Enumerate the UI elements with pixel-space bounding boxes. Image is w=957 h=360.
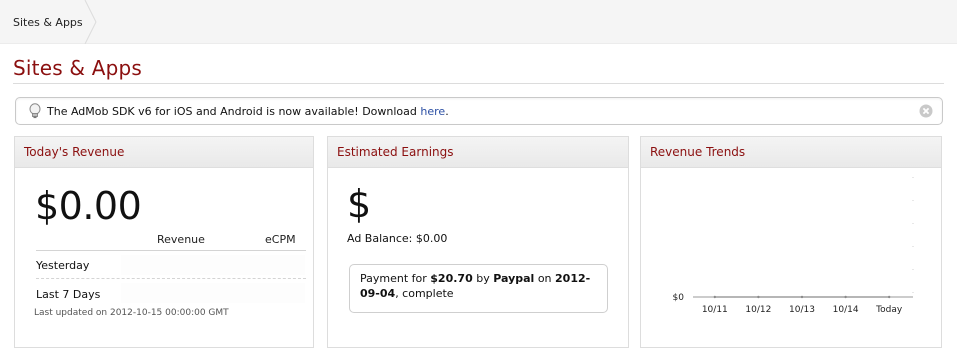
estimated-earnings-title: Estimated Earnings: [328, 137, 628, 168]
row-label-yesterday: Yesterday: [36, 259, 90, 272]
chart-x-tick-label: 10/12: [745, 305, 771, 315]
chart-data-point: [800, 295, 804, 299]
chart-x-tick-label: 10/11: [702, 305, 728, 315]
ecpm-column-header: eCPM: [265, 233, 296, 246]
payment-prefix: Payment for: [360, 272, 431, 285]
revenue-trends-title: Revenue Trends: [641, 137, 941, 168]
download-link[interactable]: here: [420, 105, 445, 118]
chart-data-point: [713, 295, 716, 299]
page-title: Sites & Apps: [13, 56, 143, 80]
chart-plot-area: [649, 171, 911, 297]
revenue-column-header: Revenue: [157, 233, 205, 246]
payment-method: Paypal: [493, 272, 535, 285]
payment-on-text: on: [534, 272, 556, 285]
payment-by-text: by: [472, 272, 494, 285]
ad-balance: Ad Balance: $0.00: [347, 232, 448, 245]
notice-text: The AdMob SDK v6 for iOS and Android is …: [47, 105, 421, 118]
todays-revenue-amount: $0.00: [35, 184, 142, 228]
revenue-trend-chart: $0 10/11 10/12 10/13 10/14 Today: [649, 171, 914, 315]
breadcrumb-separator-icon: [84, 0, 97, 44]
todays-revenue-panel: Today's Revenue $0.00 Revenue eCPM Yeste…: [14, 136, 314, 348]
chart-data-point: [888, 295, 891, 299]
breadcrumb: Sites & Apps: [0, 0, 957, 44]
revenue-trends-panel: Revenue Trends $0 10/11 10/12 10/13 10/14 Tod…: [640, 136, 942, 348]
notice-message: The AdMob SDK v6 for iOS and Android is …: [47, 105, 449, 118]
payment-status-box: Payment for $20.70 by Paypal on 2012-09-…: [349, 264, 608, 313]
estimated-earnings-panel: Estimated Earnings $ Ad Balance: $0.00 P…: [327, 136, 629, 348]
chart-x-tick-label: 10/14: [833, 305, 859, 315]
payment-amount: $20.70: [430, 272, 473, 285]
table-header-divider: [36, 250, 306, 251]
row-label-last-7-days: Last 7 Days: [36, 288, 101, 301]
chart-x-tick-label: 10/13: [789, 305, 815, 315]
last-updated-timestamp: Last updated on 2012-10-15 00:00:00 GMT: [34, 308, 229, 318]
title-divider: [13, 83, 944, 84]
lightbulb-icon: [29, 103, 41, 119]
row-divider: [36, 278, 306, 279]
chart-data-point: [757, 295, 760, 299]
notice-suffix: .: [445, 105, 449, 118]
payment-status: , complete: [395, 287, 454, 300]
last-7-days-values: [121, 283, 305, 303]
chart-x-tick-label: Today: [875, 305, 903, 315]
close-icon[interactable]: [919, 104, 933, 118]
sdk-notice-banner: The AdMob SDK v6 for iOS and Android is …: [15, 97, 943, 125]
yesterday-values: [121, 255, 305, 275]
earnings-amount-redacted: [368, 173, 522, 229]
todays-revenue-title: Today's Revenue: [15, 137, 313, 168]
chart-y-tick-label: $0: [673, 293, 685, 303]
chart-data-point: [844, 295, 847, 299]
